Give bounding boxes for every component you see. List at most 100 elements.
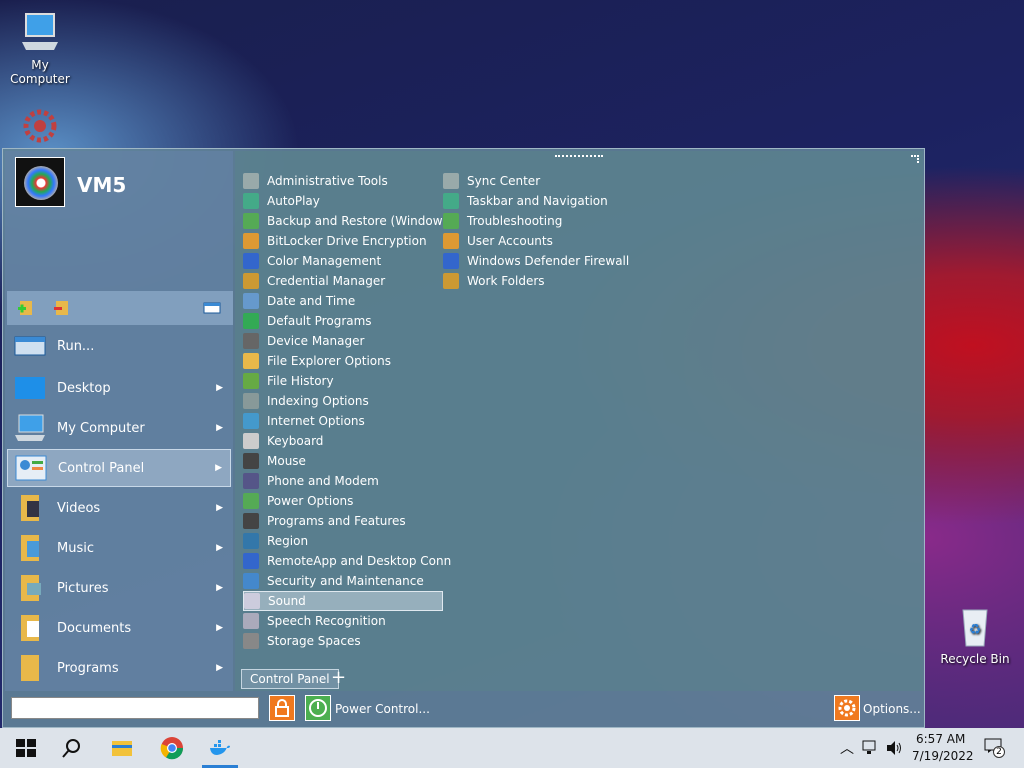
control-panel-item[interactable]: Device Manager — [243, 331, 364, 351]
power-control-label[interactable]: Power Control... — [335, 702, 430, 716]
control-panel-item[interactable]: Sync Center — [443, 171, 540, 191]
control-panel-item[interactable]: Indexing Options — [243, 391, 369, 411]
control-panel-item[interactable]: Administrative Tools — [243, 171, 388, 191]
run-icon — [14, 336, 46, 356]
control-panel-item-label: Security and Maintenance — [267, 574, 424, 588]
docker-icon[interactable] — [208, 736, 232, 760]
music-item[interactable]: Music ▶ — [7, 529, 231, 567]
chrome-icon[interactable] — [160, 736, 184, 760]
documents-label: Documents — [57, 620, 132, 636]
control-panel-item-label: Speech Recognition — [267, 614, 386, 628]
control-panel-item-label: Programs and Features — [267, 514, 406, 528]
options-label[interactable]: Options... — [863, 702, 921, 716]
control-panel-item[interactable]: BitLocker Drive Encryption — [243, 231, 427, 251]
control-panel-item[interactable]: Credential Manager — [243, 271, 385, 291]
control-panel-item[interactable]: Power Options — [243, 491, 353, 511]
programs-label: Programs — [57, 660, 119, 676]
chevron-right-icon: ▶ — [216, 663, 223, 673]
start-menu-bottom-bar: Power Control... Options... — [3, 693, 924, 727]
control-panel-item-label: Internet Options — [267, 414, 365, 428]
lock-button[interactable] — [269, 695, 295, 721]
run-item[interactable]: Run... — [7, 327, 231, 365]
music-folder-icon — [21, 535, 39, 561]
resize-handle[interactable] — [911, 155, 919, 163]
notification-button[interactable]: 2 — [984, 738, 1006, 758]
add-shortcut-icon[interactable] — [17, 299, 35, 317]
control-panel-item-icon — [243, 553, 259, 569]
file-explorer-icon[interactable] — [110, 736, 134, 760]
control-panel-item-icon — [243, 233, 259, 249]
user-avatar[interactable] — [15, 157, 65, 207]
gear-icon — [838, 699, 856, 717]
control-panel-item-label: RemoteApp and Desktop Conn — [267, 554, 452, 568]
control-panel-item[interactable]: Work Folders — [443, 271, 545, 291]
desktop-item[interactable]: Desktop ▶ — [7, 369, 231, 407]
username: VM5 — [77, 173, 127, 197]
control-panel-item[interactable]: AutoPlay — [243, 191, 320, 211]
control-panel-item-label: Mouse — [267, 454, 306, 468]
control-panel-item-label: Color Management — [267, 254, 382, 268]
control-panel-item[interactable]: User Accounts — [443, 231, 553, 251]
my-computer-item[interactable]: My Computer ▶ — [7, 409, 231, 447]
search-input[interactable] — [11, 697, 259, 719]
programs-item[interactable]: Programs ▶ — [7, 649, 231, 687]
control-panel-item[interactable]: Storage Spaces — [243, 631, 361, 651]
videos-item[interactable]: Videos ▶ — [7, 489, 231, 527]
control-panel-item[interactable]: Date and Time — [243, 291, 355, 311]
control-panel-item[interactable]: Speech Recognition — [243, 611, 386, 631]
control-panel-item[interactable]: Internet Options — [243, 411, 365, 431]
control-panel-item-icon — [243, 473, 259, 489]
control-panel-item-label: Phone and Modem — [267, 474, 379, 488]
power-button[interactable] — [305, 695, 331, 721]
documents-folder-icon — [21, 615, 39, 641]
clock-time[interactable]: 6:57 AM — [916, 732, 965, 746]
control-panel-item[interactable]: Windows Defender Firewall — [443, 251, 629, 271]
remove-shortcut-icon[interactable] — [53, 299, 71, 317]
window-icon[interactable] — [203, 299, 221, 317]
control-panel-item[interactable]: Taskbar and Navigation — [443, 191, 608, 211]
my-computer-label: My Computer — [57, 420, 145, 436]
pictures-item[interactable]: Pictures ▶ — [7, 569, 231, 607]
control-panel-item[interactable]: Keyboard — [243, 431, 323, 451]
control-panel-item[interactable]: Mouse — [243, 451, 306, 471]
control-panel-item-label: AutoPlay — [267, 194, 320, 208]
control-panel-item[interactable]: Color Management — [243, 251, 381, 271]
search-icon[interactable] — [60, 736, 84, 760]
control-panel-item[interactable]: RemoteApp and Desktop Conn — [243, 551, 451, 571]
control-panel-item[interactable]: Sound — [243, 591, 443, 611]
control-panel-item[interactable]: File History — [243, 371, 334, 391]
drag-grip[interactable] — [555, 155, 603, 158]
control-panel-item[interactable]: Region — [243, 531, 308, 551]
breadcrumb[interactable]: Control Panel — [241, 669, 339, 689]
documents-item[interactable]: Documents ▶ — [7, 609, 231, 647]
control-panel-item[interactable]: Backup and Restore (Windows — [243, 211, 449, 231]
clock-date[interactable]: 7/19/2022 — [912, 749, 974, 763]
control-panel-item[interactable]: File Explorer Options — [243, 351, 391, 371]
desktop-icon-settings[interactable] — [0, 104, 80, 152]
add-tab-icon[interactable]: + — [331, 667, 346, 688]
control-panel-item-icon — [243, 533, 259, 549]
control-panel-item[interactable]: Phone and Modem — [243, 471, 379, 491]
control-panel-item-icon — [243, 493, 259, 509]
desktop-icon-label: Recycle Bin — [940, 652, 1010, 666]
control-panel-item-icon — [443, 233, 459, 249]
control-panel-item-label: Credential Manager — [267, 274, 386, 288]
volume-icon[interactable] — [886, 740, 904, 756]
control-panel-item-label: Work Folders — [467, 274, 545, 288]
options-button[interactable] — [834, 695, 860, 721]
network-icon[interactable] — [862, 740, 880, 756]
control-panel-item[interactable]: Programs and Features — [243, 511, 406, 531]
control-panel-item-icon — [443, 253, 459, 269]
start-menu-left-pane: VM5 Run... Desktop ▶ My Computer ▶ Contr… — [5, 151, 233, 691]
tray-chevron-up-icon[interactable]: ︿ — [840, 738, 854, 758]
control-panel-item[interactable]: Troubleshooting — [443, 211, 562, 231]
windows-start-icon[interactable] — [14, 736, 38, 760]
music-label: Music — [57, 540, 94, 556]
pictures-label: Pictures — [57, 580, 109, 596]
recycle-bin-icon: ♻ — [953, 604, 997, 648]
desktop-icon-my-computer[interactable]: My Computer — [0, 10, 80, 86]
control-panel-item[interactable]: Default Programs — [243, 311, 372, 331]
desktop-icon-recycle-bin[interactable]: ♻ Recycle Bin — [935, 604, 1015, 666]
control-panel-item[interactable]: Security and Maintenance — [243, 571, 424, 591]
control-panel-item[interactable]: Control Panel ▶ — [7, 449, 231, 487]
